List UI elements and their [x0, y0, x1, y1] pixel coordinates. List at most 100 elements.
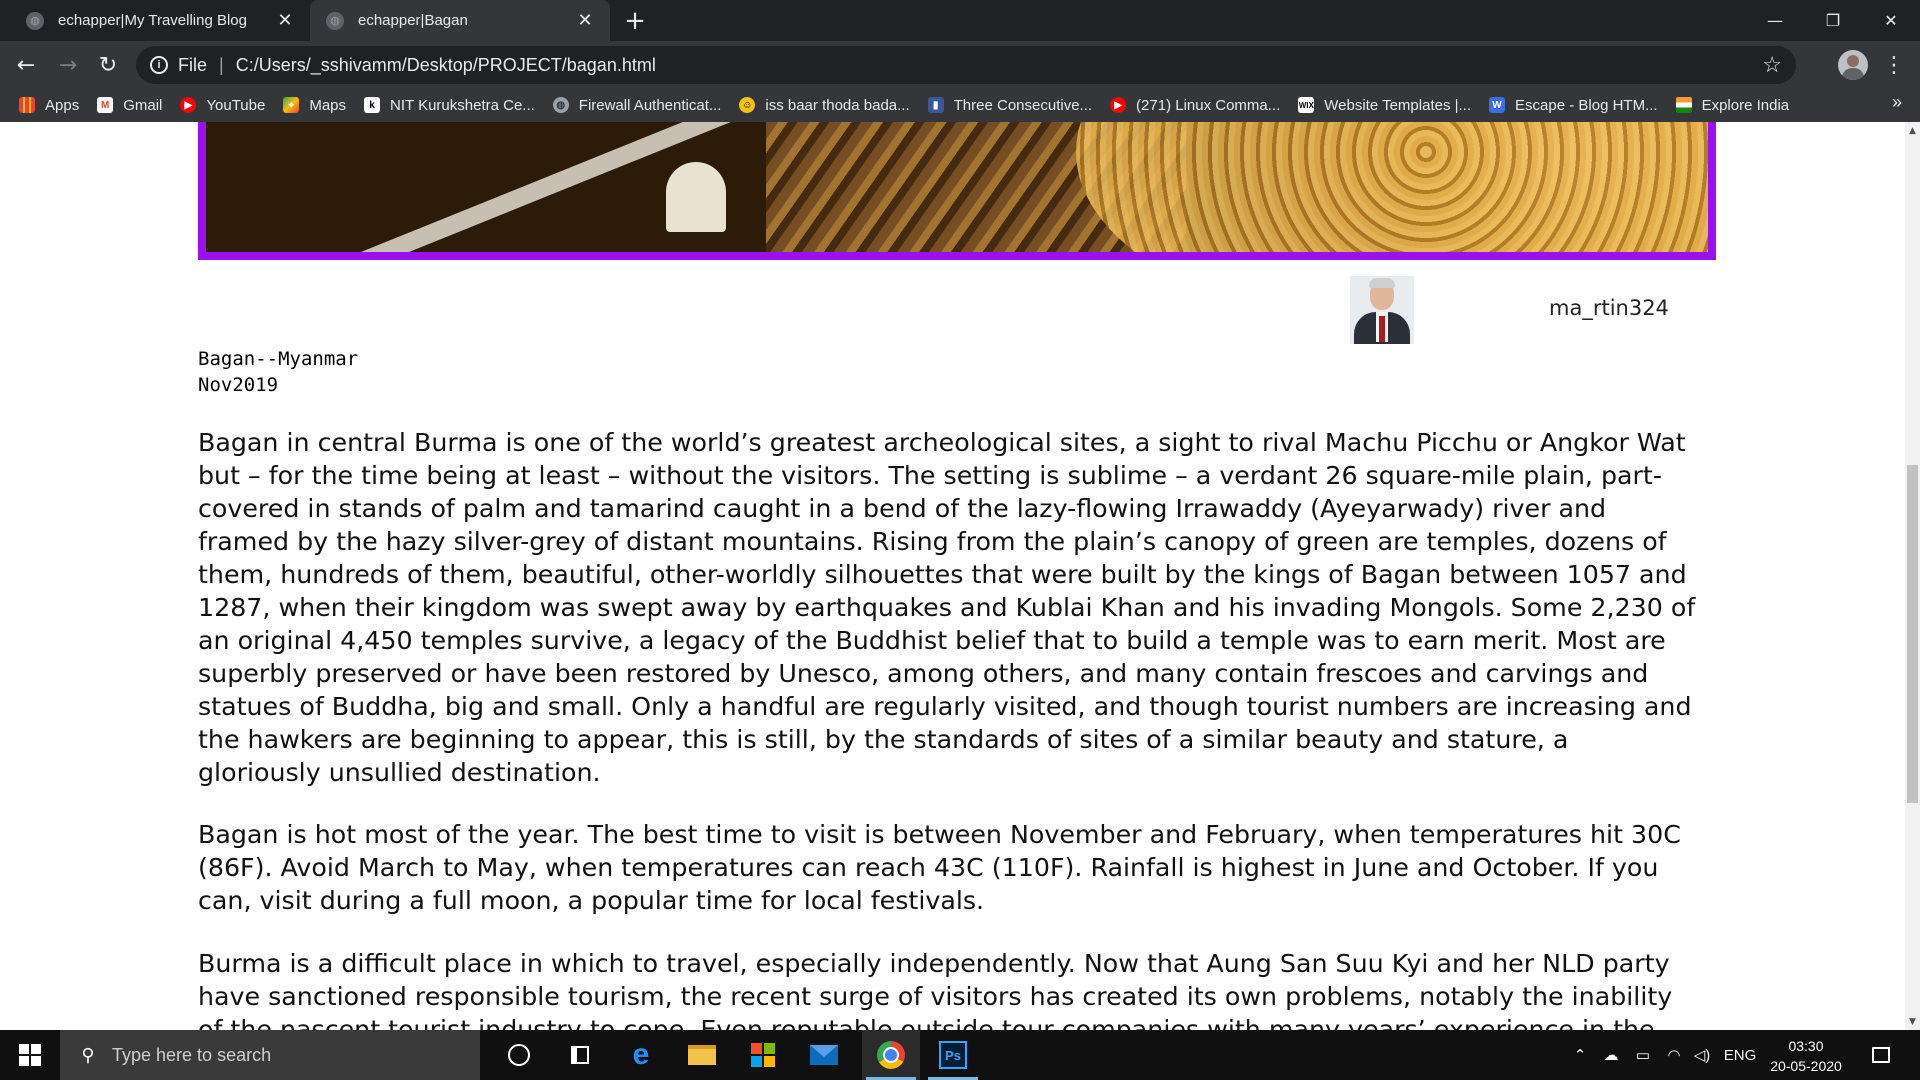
bookmark-label: Gmail — [123, 96, 163, 114]
bookmark-label: Escape - Blog HTM... — [1515, 96, 1658, 114]
avatar-hair — [1369, 278, 1395, 288]
author-name: ma_rtin324 — [1549, 296, 1669, 320]
wifi-icon[interactable]: ◠ — [1660, 1030, 1688, 1080]
article-paragraph: Bagan is hot most of the year. The best … — [198, 820, 1681, 915]
store-icon[interactable] — [734, 1030, 792, 1080]
close-tab-icon[interactable]: ✕ — [274, 10, 296, 32]
bookmarks-bar: Apps M Gmail ▶ YouTube ⌖ Maps k NIT Kuru… — [0, 88, 1920, 122]
banner-golden-dome — [1076, 122, 1708, 252]
input-language[interactable]: ENG — [1720, 1030, 1760, 1080]
tab-strip: ◍ echapper|My Travelling Blog ✕ ◍ echapp… — [0, 0, 1920, 41]
apps-grid-icon — [19, 97, 35, 113]
bookmark-linux-commands[interactable]: ▶ (271) Linux Comma... — [1101, 91, 1289, 119]
browser-toolbar: ← → ↻ i File | C:/Users/_sshivamm/Deskto… — [0, 41, 1920, 88]
clock-time: 03:30 — [1788, 1038, 1824, 1054]
address-bar[interactable]: i File | C:/Users/_sshivamm/Desktop/PROJ… — [136, 46, 1796, 84]
onedrive-icon[interactable]: ☁ — [1596, 1030, 1626, 1080]
kebab-menu-icon[interactable]: ⋮ — [1882, 49, 1906, 81]
post-meta: Bagan--Myanmar Nov2019 — [198, 346, 358, 398]
bookmark-apps[interactable]: Apps — [10, 91, 88, 119]
bagan-banner-image — [198, 122, 1716, 260]
volume-icon[interactable]: ◁) — [1688, 1030, 1716, 1080]
globe-icon: ◍ — [26, 11, 44, 30]
edge-icon[interactable]: e — [612, 1030, 670, 1080]
tab-label: echapper|Bagan — [358, 12, 468, 29]
start-button[interactable] — [0, 1030, 60, 1080]
tab-bagan[interactable]: ◍ echapper|Bagan ✕ — [310, 0, 610, 41]
avatar-head — [1847, 55, 1859, 67]
bookmark-star-icon[interactable]: ☆ — [1762, 52, 1782, 78]
avatar-body — [1842, 68, 1864, 80]
bookmark-gmail[interactable]: M Gmail — [88, 91, 171, 119]
wix-icon: WIX — [1298, 97, 1315, 113]
scroll-up-arrow-icon[interactable]: ▲ — [1905, 122, 1920, 139]
address-separator: | — [219, 54, 224, 75]
bookmark-page-icon: ▮ — [927, 97, 944, 113]
forward-arrow-icon[interactable]: → — [52, 49, 84, 81]
show-hidden-icons-icon[interactable]: ⌃ — [1568, 1030, 1592, 1080]
close-window-button[interactable]: ✕ — [1862, 0, 1920, 41]
url-text[interactable]: C:/Users/_sshivamm/Desktop/PROJECT/bagan… — [236, 55, 656, 76]
w-logo-icon: W — [1489, 97, 1506, 113]
reload-icon[interactable]: ↻ — [92, 49, 124, 81]
bookmark-label: (271) Linux Comma... — [1136, 96, 1281, 114]
chrome-icon[interactable] — [862, 1030, 920, 1080]
post-location: Bagan--Myanmar — [198, 348, 359, 370]
avatar-tie — [1379, 316, 1385, 342]
banner-pagoda — [666, 162, 726, 232]
scroll-down-arrow-icon[interactable]: ▼ — [1905, 1013, 1920, 1030]
battery-icon[interactable]: ▭ — [1628, 1030, 1658, 1080]
bookmark-label: Apps — [45, 96, 80, 114]
page-content: ma_rtin324 Bagan--Myanmar Nov2019 Bagan … — [0, 122, 1905, 1030]
more-bookmarks-icon[interactable]: » — [1892, 92, 1902, 113]
profile-avatar[interactable] — [1838, 50, 1868, 80]
youtube-icon: ▶ — [1110, 97, 1127, 113]
bookmark-three-consecutive[interactable]: ▮ Three Consecutive... — [919, 91, 1101, 119]
scrollbar-thumb[interactable] — [1907, 465, 1918, 803]
bookmark-escape-blog[interactable]: W Escape - Blog HTM... — [1480, 91, 1667, 119]
search-icon: ⚲ — [81, 1044, 95, 1065]
cortana-icon[interactable] — [490, 1030, 548, 1080]
close-tab-icon[interactable]: ✕ — [574, 10, 596, 32]
windows-logo-icon — [19, 1044, 41, 1066]
bookmark-nit-kurukshetra[interactable]: k NIT Kurukshetra Ce... — [355, 91, 544, 119]
article-paragraph: Bagan in central Burma is one of the wor… — [198, 428, 1696, 787]
back-arrow-icon[interactable]: ← — [10, 49, 42, 81]
minimize-button[interactable]: — — [1746, 0, 1804, 41]
notifications-icon[interactable] — [1862, 1030, 1900, 1080]
restore-button[interactable]: ❐ — [1804, 0, 1862, 41]
mail-icon[interactable] — [795, 1030, 853, 1080]
post-date: Nov2019 — [198, 374, 279, 396]
bookmark-website-templates[interactable]: WIX Website Templates |... — [1289, 91, 1480, 119]
bookmark-youtube[interactable]: ▶ YouTube — [171, 91, 274, 119]
file-explorer-icon[interactable] — [673, 1030, 731, 1080]
gmail-icon: M — [97, 97, 114, 113]
nit-icon: k — [364, 97, 381, 113]
scheme-label: File — [178, 54, 208, 75]
smiley-icon: ☺ — [739, 97, 756, 113]
clock-date: 20-05-2020 — [1770, 1058, 1842, 1074]
maps-icon: ⌖ — [283, 97, 300, 113]
new-tab-button[interactable]: + — [622, 6, 648, 36]
tab-label: echapper|My Travelling Blog — [58, 12, 247, 29]
globe-icon: ◍ — [326, 11, 344, 30]
bookmark-explore-india[interactable]: Explore India — [1667, 91, 1799, 119]
bookmark-maps[interactable]: ⌖ Maps — [274, 91, 355, 119]
bookmark-label: Firewall Authenticat... — [578, 96, 722, 114]
system-clock[interactable]: 03:30 20-05-2020 — [1756, 1036, 1856, 1076]
tab-my-travelling-blog[interactable]: ◍ echapper|My Travelling Blog ✕ — [10, 0, 310, 41]
bookmark-label: Maps — [309, 96, 347, 114]
page-scrollbar[interactable]: ▲ ▼ — [1905, 122, 1920, 1030]
photoshop-icon[interactable]: Ps — [924, 1030, 982, 1080]
author-avatar — [1350, 276, 1414, 344]
bookmark-firewall[interactable]: ◍ Firewall Authenticat... — [544, 91, 731, 119]
bookmark-label: Explore India — [1701, 96, 1790, 114]
globe-icon: ◍ — [552, 97, 569, 113]
info-icon[interactable]: i — [150, 56, 168, 74]
task-view-icon[interactable] — [551, 1030, 609, 1080]
photoshop-label: Ps — [939, 1041, 967, 1069]
taskbar-search[interactable]: ⚲ Type here to search — [60, 1030, 480, 1080]
bookmark-iss-baar[interactable]: ☺ iss baar thoda bada... — [730, 91, 918, 119]
bookmark-label: YouTube — [206, 96, 266, 114]
article-paragraph: Burma is a difficult place in which to t… — [198, 949, 1673, 1030]
